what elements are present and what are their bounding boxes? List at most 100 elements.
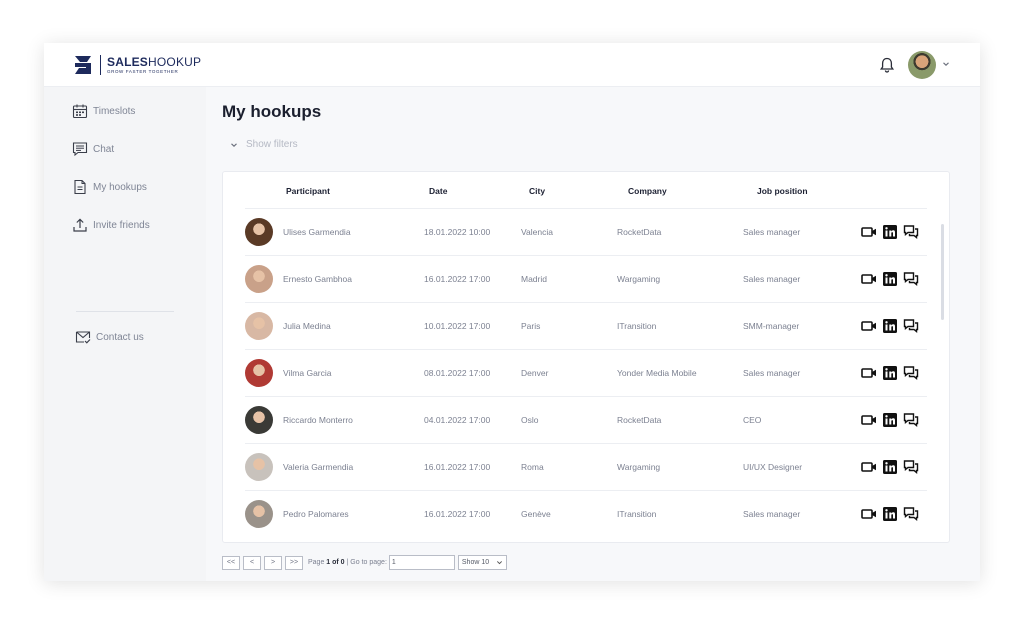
message-icon[interactable] — [903, 365, 919, 381]
next-page-button[interactable]: > — [264, 555, 282, 570]
message-icon[interactable] — [903, 459, 919, 475]
linkedin-icon[interactable] — [882, 459, 898, 475]
sidebar-divider — [76, 311, 174, 312]
video-icon[interactable] — [861, 271, 877, 287]
video-icon[interactable] — [861, 365, 877, 381]
column-header-date[interactable]: Date — [429, 186, 447, 196]
participant-name: Julia Medina — [283, 321, 331, 331]
row-actions — [861, 506, 924, 522]
bell-icon[interactable] — [878, 56, 896, 74]
participant-name: Vilma Garcia — [283, 368, 332, 378]
row-actions — [861, 365, 924, 381]
message-icon[interactable] — [903, 271, 919, 287]
page-info: Page 1 of 0 | Go to page: — [308, 559, 387, 566]
participant-avatar — [245, 265, 273, 293]
calendar-icon — [72, 104, 88, 119]
message-icon[interactable] — [903, 506, 919, 522]
video-icon[interactable] — [861, 224, 877, 240]
main-content: My hookups Show filters Participant Date… — [206, 87, 980, 581]
page-size-select[interactable]: Show 10 — [457, 555, 507, 570]
app-window: SALESHOOKUP GROW FASTER TOGETHER Timeslo… — [44, 43, 980, 581]
participant-avatar — [245, 312, 273, 340]
sidebar-item-my-hookups[interactable]: My hookups — [72, 179, 147, 195]
linkedin-icon[interactable] — [882, 412, 898, 428]
position-cell: Sales manager — [743, 274, 801, 284]
column-header-city[interactable]: City — [529, 186, 545, 196]
table-row[interactable]: Ernesto Gambhoa 16.01.2022 17:00 Madrid … — [245, 255, 927, 302]
position-cell: Sales manager — [743, 509, 801, 519]
hookups-table: Participant Date City Company Job positi… — [222, 171, 950, 543]
city-cell: Roma — [521, 462, 544, 472]
upload-icon — [73, 218, 87, 232]
message-icon[interactable] — [903, 318, 919, 334]
show-filters-toggle[interactable]: Show filters — [230, 139, 298, 150]
logo-mark-icon — [75, 56, 91, 74]
column-header-job-position[interactable]: Job position — [757, 186, 808, 196]
date-cell: 04.01.2022 17:00 — [424, 415, 491, 425]
company-cell: Wargaming — [617, 274, 661, 284]
sidebar-item-timeslots[interactable]: Timeslots — [72, 103, 135, 119]
sidebar: Timeslots Chat My hookups Invite friends… — [44, 87, 206, 581]
table-row[interactable]: Ulises Garmendia 18.01.2022 10:00 Valenc… — [245, 208, 927, 255]
linkedin-icon[interactable] — [882, 271, 898, 287]
top-bar: SALESHOOKUP GROW FASTER TOGETHER — [44, 43, 980, 87]
prev-page-button[interactable]: < — [243, 555, 261, 570]
sidebar-item-label: Timeslots — [93, 105, 136, 117]
chevron-down-icon[interactable] — [942, 60, 950, 68]
chat-icon — [72, 142, 88, 157]
participant-avatar — [245, 500, 273, 528]
company-cell: ITransition — [617, 509, 657, 519]
position-cell: Sales manager — [743, 227, 801, 237]
sidebar-item-invite-friends[interactable]: Invite friends — [72, 217, 150, 233]
sidebar-item-label: My hookups — [93, 181, 147, 193]
table-row[interactable]: Riccardo Monterro 04.01.2022 17:00 Oslo … — [245, 396, 927, 443]
sidebar-item-chat[interactable]: Chat — [72, 141, 114, 157]
go-to-page-input[interactable] — [388, 555, 455, 570]
sidebar-item-label: Contact us — [96, 331, 144, 343]
company-cell: ITransition — [617, 321, 657, 331]
table-row[interactable]: Valeria Garmendia 16.01.2022 17:00 Roma … — [245, 443, 927, 490]
city-cell: Denver — [521, 368, 549, 378]
document-icon — [74, 179, 86, 195]
column-header-company[interactable]: Company — [628, 186, 667, 196]
participant-name: Ulises Garmendia — [283, 227, 351, 237]
participant-avatar — [245, 453, 273, 481]
video-icon[interactable] — [861, 506, 877, 522]
brand-logo[interactable]: SALESHOOKUP GROW FASTER TOGETHER — [72, 54, 201, 76]
first-page-button[interactable]: << — [222, 555, 240, 570]
participant-name: Pedro Palomares — [283, 509, 349, 519]
message-icon[interactable] — [903, 224, 919, 240]
sidebar-item-contact-us[interactable]: Contact us — [75, 329, 144, 345]
pagination: << < > >> Page 1 of 0 | Go to page: Show… — [222, 555, 507, 570]
table-row[interactable]: Pedro Palomares 16.01.2022 17:00 Genève … — [245, 490, 927, 537]
participant-name: Ernesto Gambhoa — [283, 274, 352, 284]
company-cell: Yonder Media Mobile — [617, 368, 697, 378]
date-cell: 16.01.2022 17:00 — [424, 462, 491, 472]
participant-name: Riccardo Monterro — [283, 415, 353, 425]
user-avatar[interactable] — [908, 51, 936, 79]
linkedin-icon[interactable] — [882, 365, 898, 381]
video-icon[interactable] — [861, 412, 877, 428]
video-icon[interactable] — [861, 318, 877, 334]
row-actions — [861, 412, 924, 428]
row-actions — [861, 271, 924, 287]
last-page-button[interactable]: >> — [285, 555, 303, 570]
video-icon[interactable] — [861, 459, 877, 475]
company-cell: RocketData — [617, 415, 662, 425]
message-icon[interactable] — [903, 412, 919, 428]
participant-name: Valeria Garmendia — [283, 462, 354, 472]
linkedin-icon[interactable] — [882, 318, 898, 334]
city-cell: Genève — [521, 509, 551, 519]
participant-avatar — [245, 406, 273, 434]
linkedin-icon[interactable] — [882, 506, 898, 522]
linkedin-icon[interactable] — [882, 224, 898, 240]
city-cell: Oslo — [521, 415, 539, 425]
row-actions — [861, 318, 924, 334]
show-filters-label: Show filters — [246, 139, 298, 150]
position-cell: CEO — [743, 415, 762, 425]
table-scrollbar[interactable] — [941, 224, 944, 320]
logo-divider — [100, 55, 101, 75]
column-header-participant[interactable]: Participant — [286, 186, 330, 196]
table-row[interactable]: Vilma Garcia 08.01.2022 17:00 Denver Yon… — [245, 349, 927, 396]
table-row[interactable]: Julia Medina 10.01.2022 17:00 Paris ITra… — [245, 302, 927, 349]
